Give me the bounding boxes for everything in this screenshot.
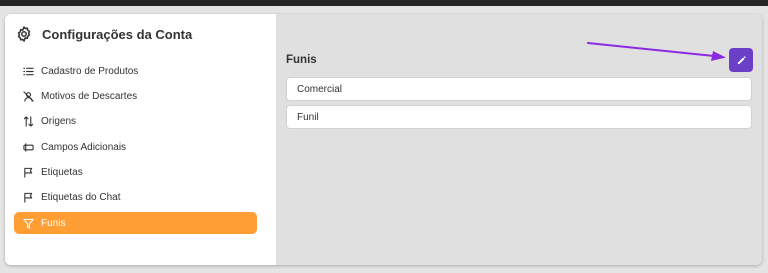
sidebar-item-label: Etiquetas do Chat xyxy=(41,192,121,204)
flag-icon xyxy=(23,192,34,204)
top-bar xyxy=(0,0,768,6)
sidebar-item-etiquetas-do-chat[interactable]: Etiquetas do Chat xyxy=(14,187,257,209)
settings-sidebar: Configurações da Conta Cadastro de Produ… xyxy=(5,14,276,265)
sidebar-item-label: Motivos de Descartes xyxy=(41,90,138,102)
funnels-panel: Funis Comercial Funil xyxy=(276,14,762,265)
edit-funnels-button[interactable] xyxy=(729,48,753,72)
sidebar-item-cadastro-de-produtos[interactable]: Cadastro de Produtos xyxy=(14,60,257,82)
forms-icon xyxy=(23,142,34,153)
sidebar-header: Configurações da Conta xyxy=(15,25,192,43)
pencil-icon xyxy=(736,55,747,66)
page-title: Funis xyxy=(286,54,317,66)
settings-nav: Cadastro de Produtos Motivos de Descarte… xyxy=(14,60,257,238)
funnel-list: Comercial Funil xyxy=(286,77,752,133)
sidebar-item-label: Etiquetas xyxy=(41,167,83,179)
sidebar-item-label: Cadastro de Produtos xyxy=(41,65,139,77)
funnel-name: Funil xyxy=(297,111,319,123)
funnel-item[interactable]: Comercial xyxy=(286,77,752,101)
funnel-name: Comercial xyxy=(297,83,343,95)
flag-icon xyxy=(23,167,34,178)
user-off-icon xyxy=(23,91,34,102)
sort-arrows-icon xyxy=(23,116,34,127)
settings-card: Configurações da Conta Cadastro de Produ… xyxy=(5,14,762,265)
sidebar-item-origens[interactable]: Origens xyxy=(14,111,257,133)
sidebar-item-motivos-de-descartes[interactable]: Motivos de Descartes xyxy=(14,85,257,107)
sidebar-item-campos-adicionais[interactable]: Campos Adicionais xyxy=(14,136,257,158)
gear-icon xyxy=(15,25,33,43)
sidebar-item-funis[interactable]: Funis xyxy=(14,212,257,235)
funnel-item[interactable]: Funil xyxy=(286,105,752,129)
sidebar-item-label: Campos Adicionais xyxy=(41,141,127,153)
sidebar-item-label: Funis xyxy=(41,217,66,229)
sidebar-item-label: Origens xyxy=(41,116,77,128)
filter-icon xyxy=(23,218,34,229)
sidebar-title: Configurações da Conta xyxy=(42,26,193,42)
list-icon xyxy=(23,66,34,77)
sidebar-item-etiquetas[interactable]: Etiquetas xyxy=(14,162,257,184)
